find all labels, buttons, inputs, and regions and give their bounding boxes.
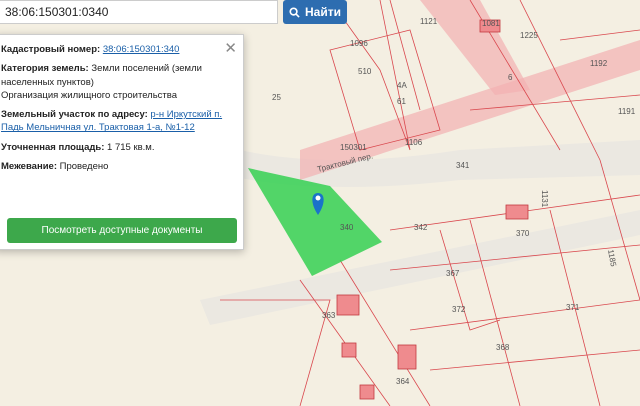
area-value: 1 715 кв.м. bbox=[107, 141, 155, 153]
parcel-number: 1081 bbox=[482, 19, 500, 28]
view-documents-button[interactable]: Посмотреть доступные документы bbox=[7, 218, 237, 243]
category-row: Категория земель: Земли поселений (земли… bbox=[1, 62, 233, 102]
big-number-label: 6 bbox=[508, 73, 513, 82]
parcel-number: 1096 bbox=[350, 39, 368, 48]
parcel-number: 4А bbox=[397, 81, 407, 90]
parcel-number: 372 bbox=[452, 305, 466, 314]
parcel-number: 368 bbox=[496, 343, 510, 352]
parcel-number: 364 bbox=[396, 377, 410, 386]
parcel-info-popup: ✕ Кадастровый номер: 38:06:150301:340 Ка… bbox=[0, 34, 244, 250]
area-row: Уточненная площадь: 1 715 кв.м. bbox=[1, 141, 233, 154]
parcel-number: 1191 bbox=[618, 107, 636, 116]
address-row: Земельный участок по адресу: р-н Иркутск… bbox=[1, 108, 233, 135]
parcel-number: 1192 bbox=[590, 59, 608, 68]
parcel-number: 1106 bbox=[405, 138, 423, 147]
parcel-number: 25 bbox=[272, 93, 281, 102]
cadastral-row: Кадастровый номер: 38:06:150301:340 bbox=[1, 43, 233, 56]
parcel-number: 363 bbox=[322, 311, 336, 320]
cadastral-link[interactable]: 38:06:150301:340 bbox=[103, 44, 180, 55]
block-label: 150301 bbox=[340, 143, 367, 152]
area-label: Уточненная площадь: bbox=[1, 141, 105, 153]
search-bar bbox=[0, 0, 278, 24]
use-value: Организация жилищного строительства bbox=[1, 89, 177, 101]
parcel-number: 371 bbox=[566, 303, 580, 312]
search-button-label: Найти bbox=[305, 5, 341, 19]
parcel-number: 1121 bbox=[420, 17, 438, 26]
search-input[interactable] bbox=[5, 5, 271, 19]
survey-value: Проведено bbox=[59, 161, 109, 173]
parcel-number: 510 bbox=[358, 67, 372, 76]
search-button[interactable]: Найти bbox=[283, 0, 347, 24]
close-icon[interactable]: ✕ bbox=[224, 38, 237, 59]
cadastral-label: Кадастровый номер: bbox=[1, 44, 101, 55]
survey-row: Межевание: Проведено bbox=[1, 160, 233, 173]
parcel-number: 1225 bbox=[520, 31, 538, 40]
parcel-number: 341 bbox=[456, 161, 470, 170]
search-icon bbox=[289, 6, 300, 18]
parcel-number: 367 bbox=[446, 269, 460, 278]
parcel-number: 340 bbox=[340, 223, 354, 232]
parcel-number: 1131 bbox=[540, 190, 549, 208]
category-label: Категория земель: bbox=[1, 63, 89, 75]
parcel-number: 342 bbox=[414, 223, 428, 232]
address-label: Земельный участок по адресу: bbox=[1, 109, 148, 121]
parcel-number: 61 bbox=[397, 97, 406, 106]
parcel-number: 370 bbox=[516, 229, 530, 238]
survey-label: Межевание: bbox=[1, 161, 57, 173]
